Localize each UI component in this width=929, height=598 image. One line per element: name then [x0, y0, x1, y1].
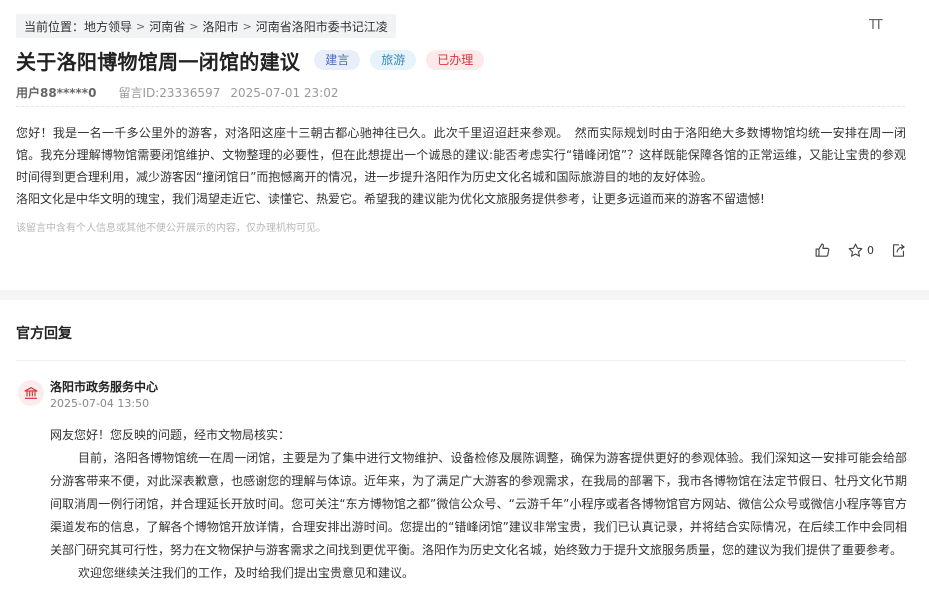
reply-paragraph: 目前，洛阳各博物馆统一在周一闭馆，主要是为了集中进行文物维护、设备检修及展陈调整… — [50, 451, 907, 557]
user-name: 用户88*****0 — [16, 86, 97, 100]
message-detail-page: 当前位置： 地方领导 > 河南省 > 洛阳市 > 河南省洛阳市委书记江凌 TT … — [0, 0, 929, 598]
title-row: 关于洛阳博物馆周一闭馆的建议 建言 旅游 已办理 — [16, 46, 485, 74]
breadcrumb-separator-icon: > — [242, 19, 252, 33]
government-building-icon — [24, 387, 38, 399]
breadcrumb-item-local-leaders[interactable]: 地方领导 — [84, 18, 132, 35]
favorite-button[interactable]: 0 — [847, 242, 874, 259]
privacy-notice: 该留言中含有个人信息或其他不便公开展示的内容，仅办理机构可见。 — [16, 223, 326, 234]
breadcrumb-prefix: 当前位置： — [24, 19, 85, 34]
favorite-count: 0 — [867, 244, 874, 257]
reply-greeting: 网友您好！您反映的问题，经市文物局核实： — [50, 428, 291, 442]
reply-paragraph: 欢迎您继续关注我们的工作，及时给我们提出宝贵意见和建议。 — [78, 566, 415, 580]
divider — [16, 106, 905, 107]
breadcrumb-item-province[interactable]: 河南省 — [149, 18, 185, 35]
thumbs-up-icon — [815, 243, 830, 257]
message-id: 留言ID:23336597 — [118, 86, 221, 100]
message-paragraph: 洛阳文化是中华文明的瑰宝，我们渴望走近它、读懂它、热爱它。希望我的建议能为优化文… — [16, 192, 765, 206]
message-date: 2025-07-01 23:02 — [230, 85, 339, 100]
message-paragraph: 您好！我是一名一千多公里外的游客，对洛阳这座十三朝古都心驰神往已久。此次千里迢迢… — [16, 126, 906, 184]
breadcrumb-item-city[interactable]: 洛阳市 — [202, 18, 238, 35]
message-meta: 用户88*****0 留言ID:23336597 2025-07-01 23:0… — [16, 84, 338, 101]
divider — [16, 360, 905, 361]
like-button[interactable] — [814, 242, 831, 259]
breadcrumb-separator-icon: > — [136, 19, 146, 33]
breadcrumb-item-leader[interactable]: 河南省洛阳市委书记江凌 — [256, 18, 388, 35]
reply-org-name: 洛阳市政务服务中心 — [50, 380, 159, 394]
status-badge: 已办理 — [426, 50, 485, 70]
avatar — [18, 380, 44, 406]
share-button[interactable] — [890, 242, 907, 259]
page-title: 关于洛阳博物馆周一闭馆的建议 — [16, 49, 301, 74]
breadcrumb-separator-icon: > — [189, 19, 199, 33]
reply-content: 网友您好！您反映的问题，经市文物局核实： 目前，洛阳各博物馆统一在周一闭馆，主要… — [50, 424, 907, 585]
tag-suggestion: 建言 — [314, 50, 361, 70]
section-separator — [0, 290, 929, 300]
tag-travel: 旅游 — [370, 50, 417, 70]
share-icon — [892, 244, 905, 257]
breadcrumb: 当前位置： 地方领导 > 河南省 > 洛阳市 > 河南省洛阳市委书记江凌 — [16, 14, 396, 38]
message-actions: 0 — [798, 242, 907, 259]
reply-time: 2025-07-04 13:50 — [50, 397, 150, 410]
reply-section-title: 官方回复 — [16, 326, 72, 342]
message-content: 您好！我是一名一千多公里外的游客，对洛阳这座十三朝古都心驰神往已久。此次千里迢迢… — [16, 122, 906, 210]
star-icon — [848, 243, 863, 257]
font-size-icon[interactable]: TT — [869, 18, 885, 36]
